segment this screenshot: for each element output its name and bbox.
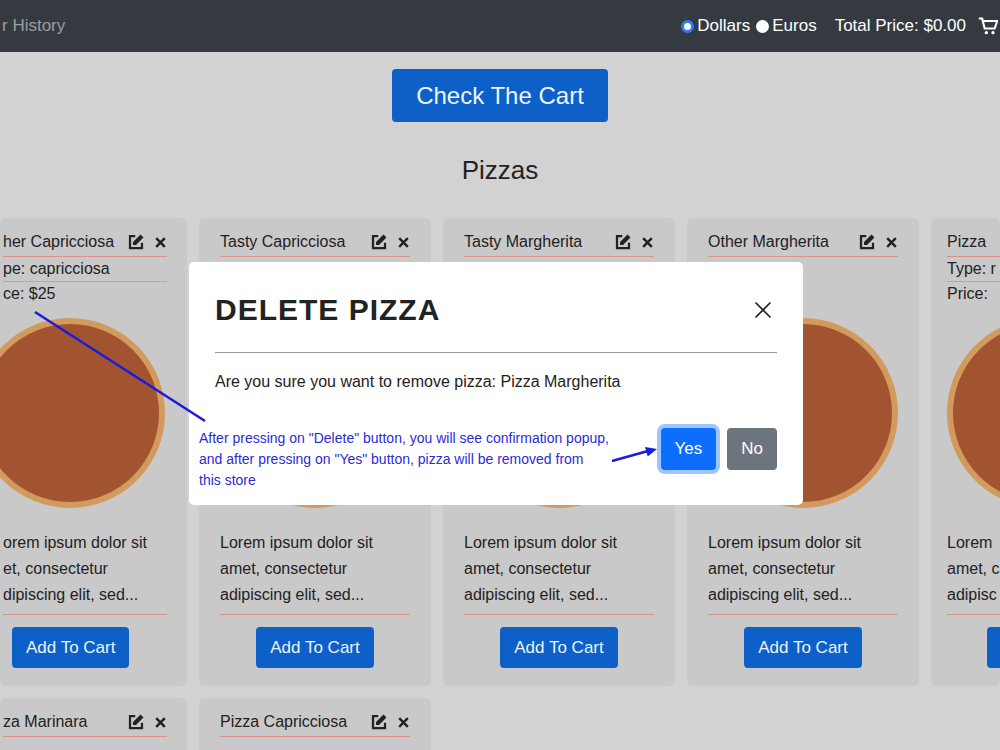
pizza-title: her Capricciosa xyxy=(3,230,114,254)
modal-buttons: YesNo xyxy=(661,428,777,470)
edit-icon[interactable] xyxy=(614,233,632,251)
currency-option[interactable]: Dollars xyxy=(681,13,750,39)
modal-header: DELETE PIZZA xyxy=(215,262,777,353)
pizza-row: za Marinara Pizza Capricciosa xyxy=(0,698,1000,750)
pizza-title: Other Margherita xyxy=(708,230,829,254)
currency-label[interactable]: Euros xyxy=(772,13,816,39)
cart-icon[interactable] xyxy=(978,16,998,36)
button-wrap: Add To Cart xyxy=(464,627,654,668)
button-wrap: Add To Cart xyxy=(708,627,898,668)
navbar-right: Dollars Euros Total Price: $0.00 xyxy=(681,13,1000,39)
button-wrap: Add To Cart xyxy=(3,627,167,668)
delete-modal: DELETE PIZZA Are you sure you want to rem… xyxy=(189,262,803,505)
pizza-card: Pizza Capricciosa xyxy=(199,698,431,750)
delete-icon[interactable] xyxy=(641,236,654,249)
currency-label[interactable]: Dollars xyxy=(697,13,750,39)
total-price: Total Price: $0.00 xyxy=(835,13,966,39)
modal-message: Are you sure you want to remove pizza: P… xyxy=(215,373,777,391)
card-actions xyxy=(614,233,654,251)
pizza-title: Tasty Capricciosa xyxy=(220,230,345,254)
pizza-card: Pizza Type: rPrice: Loremamet, cadipisc xyxy=(931,218,1000,686)
add-to-cart-button[interactable] xyxy=(987,627,1000,668)
card-header: Pizza Capricciosa xyxy=(220,710,410,737)
card-actions xyxy=(127,233,167,251)
card-header: za Marinara xyxy=(3,710,167,737)
card-header: her Capricciosa xyxy=(3,230,167,257)
description-line: orem ipsum dolor sit xyxy=(3,530,167,556)
pizza-description: Lorem ipsum dolor sitamet, consecteturad… xyxy=(708,530,898,615)
pizza-title: Pizza xyxy=(947,230,986,254)
currency-option[interactable]: Euros xyxy=(756,13,816,39)
currency-radio[interactable] xyxy=(681,20,694,33)
description-line: dipiscing elit, sed... xyxy=(3,582,167,608)
add-to-cart-button[interactable]: Add To Cart xyxy=(256,627,373,668)
description-line: amet, consectetur xyxy=(220,556,410,582)
pizza-title: za Marinara xyxy=(3,710,87,734)
delete-icon[interactable] xyxy=(397,716,410,729)
pizza-price: ce: $25 xyxy=(3,282,167,306)
card-header: Tasty Margherita xyxy=(464,230,654,257)
description-line: adipiscing elit, sed... xyxy=(220,582,410,608)
pizza-description: Lorem ipsum dolor sitamet, consecteturad… xyxy=(464,530,654,615)
add-to-cart-button[interactable]: Add To Cart xyxy=(12,627,129,668)
order-history-link[interactable]: r History xyxy=(0,13,65,39)
delete-icon[interactable] xyxy=(154,716,167,729)
currency-radio[interactable] xyxy=(756,20,769,33)
delete-icon[interactable] xyxy=(885,236,898,249)
button-wrap: Add To Cart xyxy=(220,627,410,668)
pizza-price: Price: xyxy=(947,282,1000,306)
card-header: Other Margherita xyxy=(708,230,898,257)
add-to-cart-button[interactable]: Add To Cart xyxy=(500,627,617,668)
no-button[interactable]: No xyxy=(727,428,777,470)
description-line: Lorem xyxy=(947,530,1000,556)
edit-icon[interactable] xyxy=(127,713,145,731)
button-wrap xyxy=(947,627,1000,668)
pizza-card: her Capricciosa pe: capricciosace: $25 ore… xyxy=(0,218,187,686)
card-actions xyxy=(127,713,167,731)
description-line: Lorem ipsum dolor sit xyxy=(708,530,898,556)
pizza-description: orem ipsum dolor sitet, consecteturdipis… xyxy=(3,530,167,615)
edit-icon[interactable] xyxy=(370,233,388,251)
pizza-description: Loremamet, cadipisc xyxy=(947,530,1000,615)
navbar: r History Dollars Euros Total Price: $0.00 xyxy=(0,0,1000,52)
description-line: adipisc xyxy=(947,582,1000,608)
description-line: adipiscing elit, sed... xyxy=(708,582,898,608)
pizza-description: Lorem ipsum dolor sitamet, consecteturad… xyxy=(220,530,410,615)
edit-icon[interactable] xyxy=(370,713,388,731)
delete-icon[interactable] xyxy=(397,236,410,249)
description-line: Lorem ipsum dolor sit xyxy=(220,530,410,556)
pizza-image xyxy=(947,318,1000,508)
pizza-title: Tasty Margherita xyxy=(464,230,582,254)
yes-button[interactable]: Yes xyxy=(661,428,717,470)
edit-icon[interactable] xyxy=(127,233,145,251)
close-icon[interactable] xyxy=(753,300,773,320)
description-line: Lorem ipsum dolor sit xyxy=(464,530,654,556)
pizza-type: pe: capricciosa xyxy=(3,257,167,282)
edit-icon[interactable] xyxy=(858,233,876,251)
description-line: amet, consectetur xyxy=(464,556,654,582)
pizza-card: za Marinara xyxy=(0,698,187,750)
modal-title: DELETE PIZZA xyxy=(215,292,440,328)
description-line: adipiscing elit, sed... xyxy=(464,582,654,608)
description-line: amet, consectetur xyxy=(708,556,898,582)
card-header: Tasty Capricciosa xyxy=(220,230,410,257)
card-actions xyxy=(858,233,898,251)
card-actions xyxy=(370,713,410,731)
pizza-image xyxy=(0,318,165,508)
annotation-text: After pressing on "Delete" button, you w… xyxy=(199,428,609,491)
card-header: Pizza xyxy=(947,230,1000,257)
add-to-cart-button[interactable]: Add To Cart xyxy=(744,627,861,668)
check-cart-button[interactable]: Check The Cart xyxy=(392,69,608,122)
pizza-type: Type: r xyxy=(947,257,1000,282)
section-title: Pizzas xyxy=(462,154,539,186)
pizza-title: Pizza Capricciosa xyxy=(220,710,347,734)
description-line: amet, c xyxy=(947,556,1000,582)
description-line: et, consectetur xyxy=(3,556,167,582)
card-actions xyxy=(370,233,410,251)
page: r History Dollars Euros Total Price: $0.00 C… xyxy=(0,0,1000,750)
annotation-arrows-icon xyxy=(0,0,1000,750)
delete-icon[interactable] xyxy=(154,236,167,249)
